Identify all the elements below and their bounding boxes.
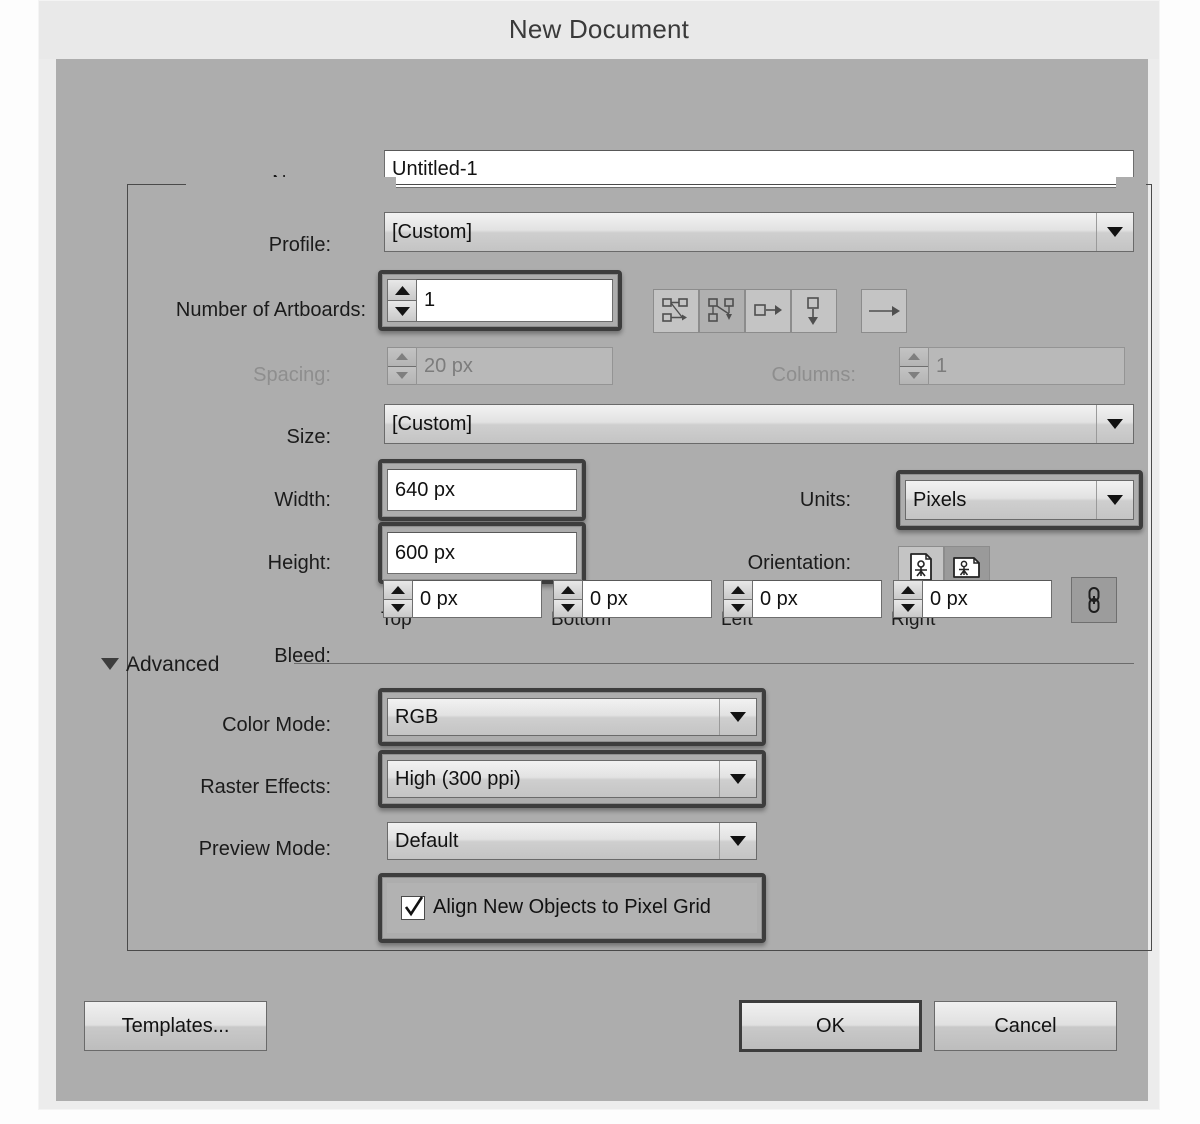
size-label: Size: (286, 426, 331, 448)
stepper-down-icon[interactable] (724, 599, 752, 617)
units-select[interactable]: Pixels (905, 480, 1134, 520)
spacing-label: Spacing: (253, 364, 331, 386)
raster-effects-select-value: High (300 ppi) (395, 767, 521, 790)
stepper-down-icon[interactable] (388, 301, 416, 321)
bleed-right-stepper[interactable] (893, 580, 922, 618)
stepper-up-icon[interactable] (388, 280, 416, 301)
bleed-bottom-stepper[interactable] (553, 580, 582, 618)
orientation-label: Orientation: (747, 552, 851, 574)
align-pixel-grid-checkbox[interactable] (401, 896, 425, 920)
artboard-layout-direction-button[interactable] (861, 289, 907, 333)
color-mode-label: Color Mode: (222, 714, 331, 736)
dialog-title: New Document (508, 14, 690, 44)
artboard-grid-by-column-icon (708, 298, 734, 322)
align-pixel-grid-label: Align New Objects to Pixel Grid (433, 896, 711, 918)
chevron-down-icon (101, 658, 119, 670)
cancel-button[interactable]: Cancel (934, 1001, 1117, 1051)
bleed-link-chain-icon (1088, 586, 1100, 614)
checkmark-icon (404, 896, 424, 917)
stepper-up-icon[interactable] (894, 581, 922, 600)
spacing-input: 20 px (416, 347, 613, 385)
raster-effects-label: Raster Effects: (200, 776, 331, 798)
color-mode-select-value: RGB (395, 705, 439, 728)
new-document-dialog: New Document Name: Untitled-1 Profile: [… (38, 0, 1160, 1110)
color-mode-select[interactable]: RGB (387, 698, 757, 736)
ok-button[interactable]: OK (739, 1000, 922, 1052)
artboard-layout-direction-icon (869, 306, 900, 316)
chevron-down-icon (1096, 481, 1133, 519)
number-of-artboards-input[interactable]: 1 (416, 279, 613, 322)
bleed-right-input[interactable]: 0 px (922, 580, 1052, 618)
bleed-bottom-input[interactable]: 0 px (582, 580, 712, 618)
size-select-value: [Custom] (392, 412, 473, 435)
artboard-arrange-by-column-icon (807, 297, 819, 325)
artboard-grid-by-column-button[interactable] (699, 289, 745, 333)
size-select[interactable]: [Custom] (384, 404, 1134, 444)
bleed-link-button[interactable] (1071, 577, 1117, 623)
stepper-down-icon[interactable] (894, 599, 922, 617)
artboard-arrange-by-row-icon (754, 304, 782, 316)
bleed-top-stepper[interactable] (383, 580, 412, 618)
stepper-down-icon[interactable] (384, 599, 412, 617)
stepper-down-icon (900, 366, 928, 384)
stepper-up-icon (900, 348, 928, 367)
stepper-up-icon[interactable] (724, 581, 752, 600)
number-of-artboards-label: Number of Artboards: (175, 299, 366, 321)
stepper-up-icon (388, 348, 416, 367)
width-label: Width: (274, 489, 331, 511)
orientation-landscape-icon (953, 557, 980, 578)
height-input[interactable]: 600 px (387, 532, 577, 574)
artboard-grid-by-row-button[interactable] (653, 289, 699, 333)
align-pixel-grid-row[interactable]: Align New Objects to Pixel Grid (387, 883, 757, 933)
spacing-stepper (387, 347, 416, 385)
bleed-left-stepper[interactable] (723, 580, 752, 618)
groupbox-label-gap-right (1116, 177, 1146, 195)
advanced-section-label: Advanced (126, 653, 220, 676)
columns-input: 1 (928, 347, 1125, 385)
chevron-down-icon (719, 699, 756, 735)
document-name-input[interactable]: Untitled-1 (384, 150, 1134, 188)
stepper-down-icon (388, 366, 416, 384)
advanced-section-rule (294, 663, 1134, 664)
units-label: Units: (799, 489, 851, 511)
groupbox-label-gap (186, 177, 396, 195)
chevron-down-icon (1096, 405, 1133, 443)
templates-button[interactable]: Templates... (84, 1001, 267, 1051)
preview-mode-select-value: Default (395, 829, 459, 852)
artboards-stepper[interactable] (387, 279, 416, 322)
artboard-arrange-by-row-button[interactable] (745, 289, 791, 333)
raster-effects-select[interactable]: High (300 ppi) (387, 760, 757, 798)
height-label: Height: (267, 552, 331, 574)
stepper-up-icon[interactable] (384, 581, 412, 600)
stepper-down-icon[interactable] (554, 599, 582, 617)
dialog-titlebar: New Document (39, 1, 1159, 59)
bleed-top-input[interactable]: 0 px (412, 580, 542, 618)
preview-mode-label: Preview Mode: (198, 838, 331, 860)
dialog-body: Name: Untitled-1 Profile: [Custom] Numbe… (56, 59, 1152, 1101)
orientation-portrait-icon (910, 553, 932, 581)
chevron-down-icon (719, 823, 756, 859)
preview-mode-select[interactable]: Default (387, 822, 757, 860)
bleed-label: Bleed: (274, 645, 331, 667)
bleed-left-input[interactable]: 0 px (752, 580, 882, 618)
columns-stepper (899, 347, 928, 385)
artboard-grid-by-row-icon (662, 298, 688, 322)
chevron-down-icon (719, 761, 756, 797)
units-select-value: Pixels (913, 488, 967, 511)
advanced-disclosure-triangle[interactable] (101, 657, 119, 670)
width-input[interactable]: 640 px (387, 469, 577, 511)
stepper-up-icon[interactable] (554, 581, 582, 600)
artboard-arrange-by-column-button[interactable] (791, 289, 837, 333)
columns-label: Columns: (771, 364, 856, 386)
